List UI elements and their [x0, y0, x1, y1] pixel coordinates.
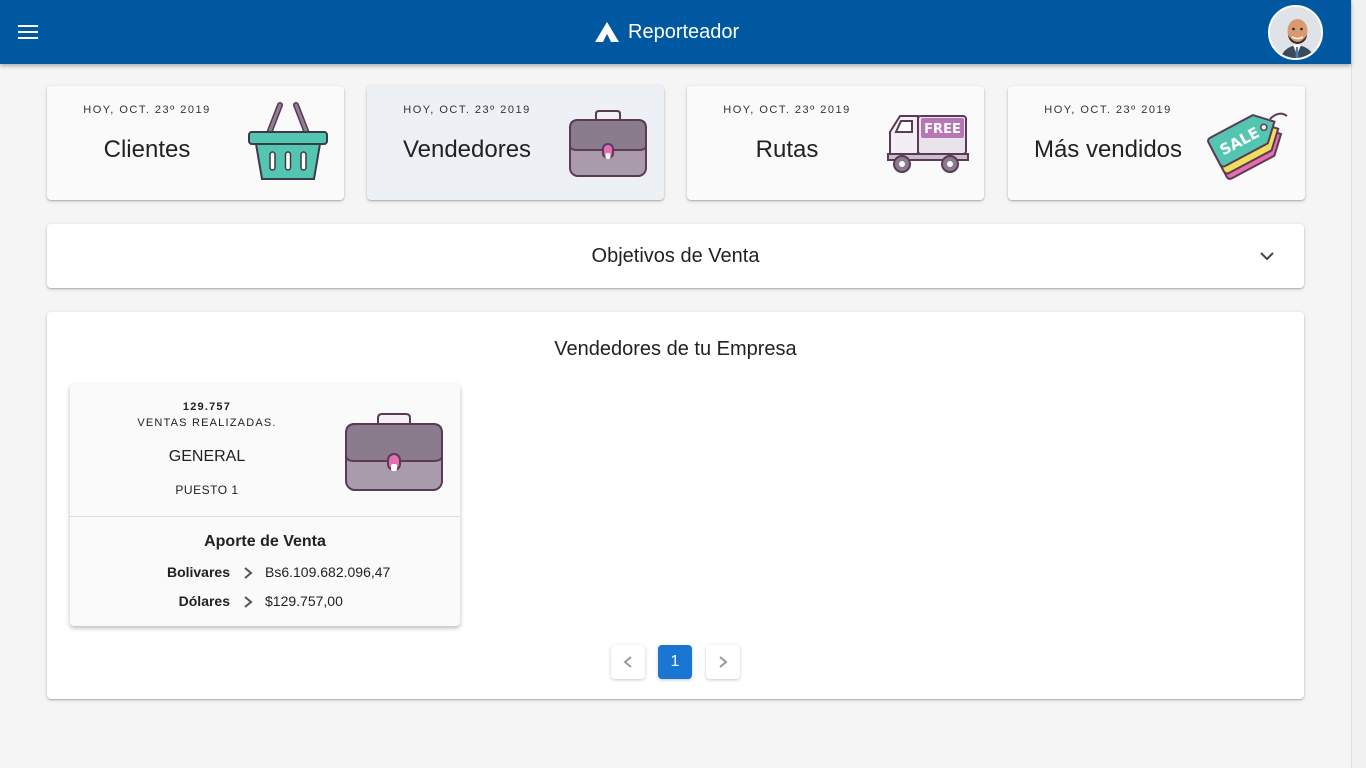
- delivery-truck-icon: FREE: [887, 115, 969, 173]
- sale-tag-icon: SALE: [1207, 112, 1288, 180]
- objetivos-title: Objetivos de Venta: [591, 245, 760, 267]
- card-label: Más vendidos: [1033, 136, 1183, 163]
- dolares-value: $129.757,00: [265, 593, 343, 609]
- chevron-right-icon: [244, 596, 253, 608]
- dolares-row: Dólares $129.757,00: [70, 593, 460, 611]
- card-label: Rutas: [755, 136, 819, 163]
- chevron-down-icon[interactable]: [1257, 246, 1277, 266]
- card-date: HOY, OCT. 23º 2019: [1044, 104, 1172, 116]
- card-mas-vendidos[interactable]: HOY, OCT. 23º 2019 Más vendidos SALE: [1008, 86, 1305, 200]
- briefcase-icon: [569, 110, 647, 177]
- seller-rank: PUESTO 1: [175, 483, 239, 497]
- svg-text:FREE: FREE: [924, 122, 961, 137]
- seller-card[interactable]: 129.757 VENTAS REALIZADAS. GENERAL PUEST…: [70, 384, 460, 626]
- ventas-count: 129.757: [182, 401, 232, 413]
- chevron-right-icon: [244, 567, 253, 579]
- next-page-button[interactable]: [706, 645, 740, 679]
- vendedores-panel: Vendedores de tu Empresa 129.757 VENTAS …: [47, 312, 1304, 699]
- briefcase-icon: [345, 413, 443, 491]
- page-button-current[interactable]: 1: [658, 645, 692, 679]
- bolivares-value: Bs6.109.682.096,47: [265, 564, 391, 580]
- seller-name: GENERAL: [168, 448, 246, 465]
- chevron-left-icon: [623, 656, 632, 668]
- user-avatar-icon[interactable]: [1268, 5, 1323, 60]
- menu-icon[interactable]: [14, 18, 42, 46]
- app-title: Reporteador: [628, 20, 740, 43]
- app-bar: Reporteador: [0, 0, 1351, 64]
- scrollbar[interactable]: [1351, 0, 1366, 768]
- brand: Reporteador: [594, 18, 739, 46]
- card-vendedores[interactable]: HOY, OCT. 23º 2019 Vendedores: [367, 86, 664, 200]
- divider: [70, 516, 460, 517]
- card-date: HOY, OCT. 23º 2019: [83, 104, 211, 116]
- pagination: 1: [47, 645, 1304, 679]
- card-rutas[interactable]: HOY, OCT. 23º 2019 Rutas FREE: [687, 86, 984, 200]
- brand-logo-icon: [595, 22, 619, 42]
- vendedores-title: Vendedores de tu Empresa: [554, 338, 797, 360]
- card-label: Clientes: [103, 136, 191, 163]
- prev-page-button[interactable]: [611, 645, 645, 679]
- card-clientes[interactable]: HOY, OCT. 23º 2019 Clientes: [47, 86, 344, 200]
- aporte-title: Aporte de Venta: [204, 533, 326, 550]
- basket-icon: [248, 102, 328, 180]
- card-date: HOY, OCT. 23º 2019: [403, 104, 531, 116]
- ventas-label: VENTAS REALIZADAS.: [137, 417, 277, 429]
- bolivares-label: Bolivares: [166, 564, 230, 580]
- card-date: HOY, OCT. 23º 2019: [723, 104, 851, 116]
- bolivares-row: Bolivares Bs6.109.682.096,47: [70, 564, 460, 582]
- objetivos-panel[interactable]: Objetivos de Venta: [47, 224, 1304, 288]
- chevron-right-icon: [719, 656, 728, 668]
- dolares-label: Dólares: [178, 593, 230, 609]
- card-label: Vendedores: [402, 136, 532, 163]
